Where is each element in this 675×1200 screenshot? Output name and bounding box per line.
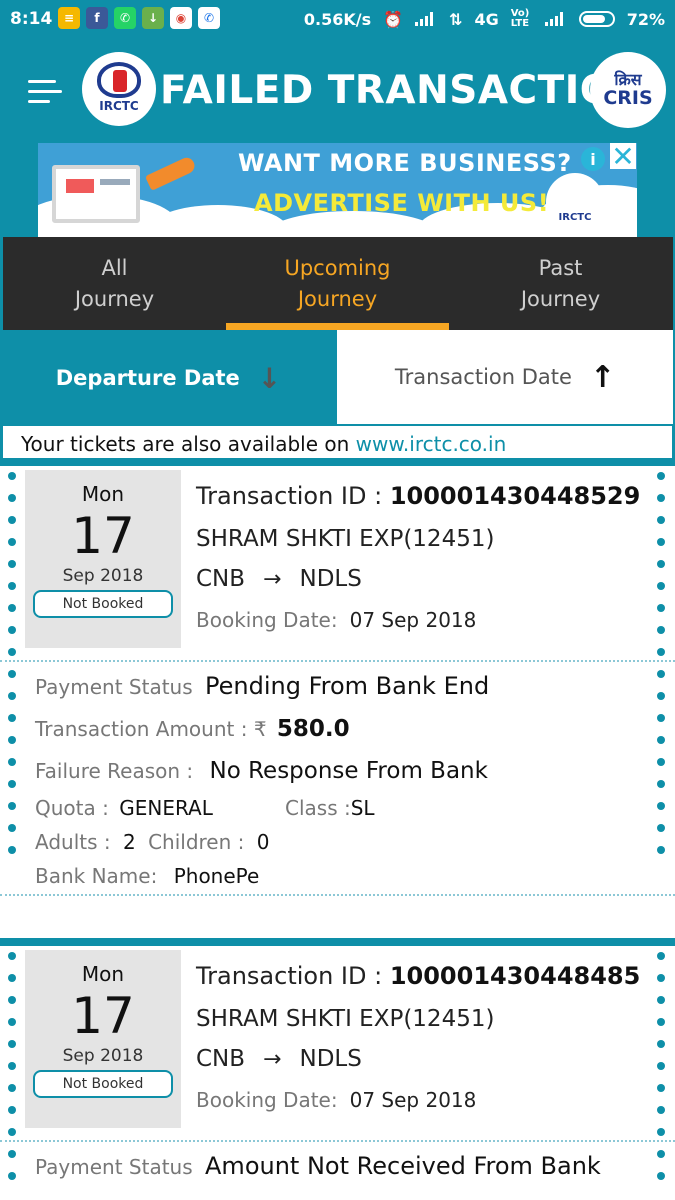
status-time: 8:14 [10,9,53,29]
sort-departure-date-button[interactable]: Departure Date ↓ [0,330,337,426]
notification-icons: ≡ f ✆ ↓ ◉ ✆ [58,7,220,29]
ad-headline: WANT MORE BUSINESS? [238,149,572,177]
monitor-illustration [52,165,140,223]
passengers: Adults : 2 Children : 0 [35,830,270,854]
phone-icon: ✆ [198,7,220,29]
notes-app-icon: ≡ [58,7,80,29]
transaction-amount: Transaction Amount : ₹ 580.0 [35,716,350,742]
date-box: Mon 17 Sep 2018 Not Booked [25,950,181,1128]
date-box: Mon 17 Sep 2018 Not Booked [25,470,181,648]
signal-icon-2 [544,12,567,26]
booking-date: Booking Date: 07 Sep 2018 [196,1088,477,1112]
arrow-right-icon: → [263,1047,282,1072]
status-right: 0.56K/s ⏰ ⇅ 4G Vo) LTE 72% [304,9,665,29]
volte-label: Vo) LTE [510,8,530,29]
train-name: SHRAM SHKTI EXP(12451) [196,1006,495,1032]
irctc-logo: IRCTC [82,52,156,126]
status-badge: Not Booked [33,590,173,618]
status-badge: Not Booked [33,1070,173,1098]
arrow-right-icon: → [263,567,282,592]
chrome-icon: ◉ [170,7,192,29]
failure-reason: Failure Reason : No Response From Bank [35,758,488,784]
status-bar: 8:14 ≡ f ✆ ↓ ◉ ✆ 0.56K/s ⏰ ⇅ 4G Vo) LTE … [0,0,675,38]
signal-icon [415,12,437,26]
class: Class :SL [285,796,375,820]
transaction-card[interactable]: Mon 17 Sep 2018 Not Booked Transaction I… [0,458,675,900]
whatsapp-icon: ✆ [114,7,136,29]
bank-name: Bank Name: PhonePe [35,864,260,888]
facebook-icon: f [86,7,108,29]
irctc-link[interactable]: www.irctc.co.in [356,432,507,456]
transaction-card[interactable]: Mon 17 Sep 2018 Not Booked Transaction I… [0,938,675,1200]
data-arrows-icon: ⇅ [449,9,463,29]
ad-close-icon[interactable]: ✕ [610,143,636,173]
sort-transaction-date-button[interactable]: Transaction Date ↑ [337,330,673,424]
route: CNB → NDLS [196,1046,362,1072]
ad-banner[interactable]: WANT MORE BUSINESS? ADVERTISE WITH US! I… [38,143,637,237]
network-type: 4G [474,9,499,29]
transaction-id: Transaction ID : 100001430448529 [196,482,641,510]
network-speed: 0.56K/s [303,9,372,29]
arrow-up-icon: ↑ [589,359,616,395]
ad-info-icon[interactable]: i [581,147,605,171]
tab-past-journey[interactable]: Past Journey [449,237,672,330]
info-line: Your tickets are also available on www.i… [0,426,675,462]
tab-upcoming-journey[interactable]: Upcoming Journey [226,237,449,330]
arrow-down-icon: ↓ [257,361,282,395]
booking-date: Booking Date: 07 Sep 2018 [196,608,477,632]
payment-status: Payment Status Amount Not Received From … [35,1152,601,1180]
sort-bar: Departure Date ↓ Transaction Date ↑ [0,330,675,426]
tab-all-journey[interactable]: All Journey [3,237,226,330]
train-name: SHRAM SHKTI EXP(12451) [196,526,495,552]
download-icon: ↓ [142,7,164,29]
quota: Quota : GENERAL [35,796,213,820]
ad-subline: ADVERTISE WITH US! [254,189,550,217]
route: CNB → NDLS [196,566,362,592]
journey-tabs: All Journey Upcoming Journey Past Journe… [0,237,675,330]
cris-logo: क्रिस CRIS [590,52,666,128]
battery-icon [578,11,615,27]
payment-status: Payment Status Pending From Bank End [35,672,490,700]
menu-icon[interactable] [28,80,62,110]
battery-level: 72% [626,9,665,29]
page-title: FAILED TRANSACTION [160,68,647,113]
transaction-id: Transaction ID : 100001430448485 [196,962,641,990]
rocket-illustration [144,155,198,191]
alarm-icon: ⏰ [383,9,404,29]
ad-irctc-logo: IRCTC [546,173,604,231]
